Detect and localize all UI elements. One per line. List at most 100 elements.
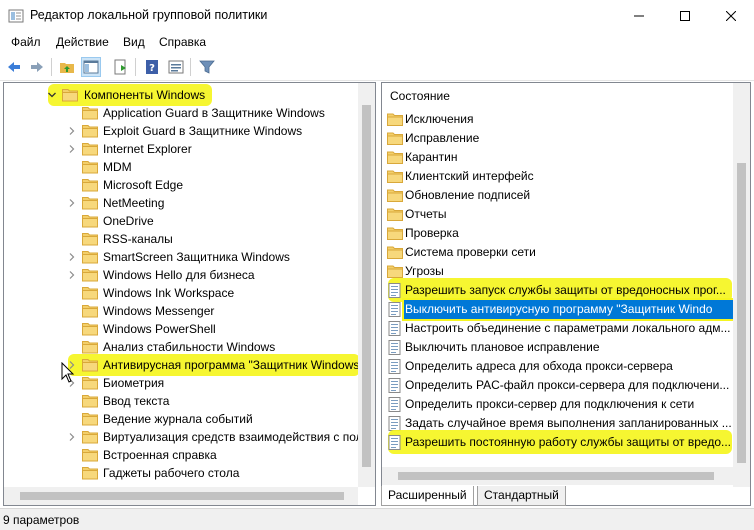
folder-icon — [82, 107, 98, 120]
chevron-right-icon — [69, 127, 75, 135]
menu-bar: Файл Действие Вид Справка — [0, 31, 754, 53]
tree-item[interactable]: Виртуализация средств взаимодействия с п… — [4, 428, 375, 446]
minimize-icon — [634, 15, 644, 16]
tree-horizontal-scrollbar[interactable] — [4, 487, 358, 505]
folder-icon — [387, 189, 403, 202]
list-folder-row[interactable]: Система проверки сети — [382, 243, 733, 262]
list-folder-row[interactable]: Клиентский интерфейс — [382, 167, 733, 186]
list-row-label: Определить прокси-сервер для подключения… — [405, 397, 695, 411]
list-row-label: Исправление — [405, 131, 480, 145]
list-row-label: Настроить объединение с параметрами лока… — [405, 321, 731, 335]
close-button[interactable] — [708, 0, 754, 31]
tree-expander[interactable] — [66, 122, 78, 140]
folder-icon — [387, 246, 403, 259]
tree-item[interactable]: Windows PowerShell — [4, 320, 358, 338]
tree-vertical-scrollbar[interactable] — [358, 83, 375, 487]
maximize-button[interactable] — [662, 0, 708, 31]
menu-view[interactable]: Вид — [123, 35, 145, 49]
tree-vertical-scroll-thumb[interactable] — [362, 105, 371, 467]
tree-expander[interactable] — [46, 86, 58, 104]
list-folder-row[interactable]: Карантин — [382, 148, 733, 167]
tree-expander[interactable] — [66, 140, 78, 158]
list-pane[interactable]: Состояние Исключения Исправление Карантин К… — [381, 82, 751, 506]
tree-pane[interactable]: Компоненты Windows Application Guard в За… — [3, 82, 376, 506]
tree-expander[interactable] — [66, 194, 78, 212]
list-row-label: Проверка — [405, 226, 459, 240]
list-row-label: Выключить плановое исправление — [405, 340, 600, 354]
tree-item[interactable]: Windows Ink Workspace — [4, 284, 358, 302]
policy-setting-icon — [388, 321, 401, 336]
list-horizontal-scroll-thumb[interactable] — [398, 472, 714, 480]
tree-item-label: Биометрия — [103, 376, 165, 390]
list-folder-row[interactable]: Исключения — [382, 110, 733, 129]
list-horizontal-scrollbar[interactable] — [382, 467, 733, 485]
tree-expander[interactable] — [66, 428, 78, 446]
filter-button[interactable] — [197, 57, 217, 77]
list-setting-row[interactable]: Определить адреса для обхода прокси-серв… — [382, 357, 733, 376]
tree-item[interactable]: Ведение журнала событий — [4, 410, 358, 428]
tree-item[interactable]: Встроенная справка — [4, 446, 358, 464]
list-setting-row[interactable]: Выключить плановое исправление — [382, 338, 733, 357]
properties-button[interactable] — [166, 57, 186, 77]
policy-setting-icon — [388, 435, 401, 450]
back-arrow-icon — [8, 62, 20, 72]
tree-item[interactable]: Microsoft Edge — [4, 176, 358, 194]
list-row-label: Система проверки сети — [405, 245, 536, 259]
list-folder-row[interactable]: Исправление — [382, 129, 733, 148]
tree-item[interactable]: MDM — [4, 158, 358, 176]
list-folder-row[interactable]: Обновление подписей — [382, 186, 733, 205]
folder-icon — [82, 179, 98, 192]
list-vertical-scrollbar[interactable] — [733, 83, 750, 487]
tree-item[interactable]: SmartScreen Защитника Windows — [4, 248, 358, 266]
tree-item[interactable]: OneDrive — [4, 212, 358, 230]
tree-item[interactable]: Exploit Guard в Защитнике Windows — [4, 122, 358, 140]
tree-item[interactable]: Windows Hello для бизнеса — [4, 266, 358, 284]
list-folder-row[interactable]: Отчеты — [382, 205, 733, 224]
minimize-button[interactable] — [616, 0, 662, 31]
menu-action[interactable]: Действие — [56, 35, 109, 49]
tree-item-label: Ведение журнала событий — [103, 412, 253, 426]
properties-icon — [168, 60, 184, 74]
up-button[interactable] — [57, 57, 77, 77]
list-setting-row[interactable]: Выключить антивирусную программу "Защитн… — [382, 300, 733, 319]
tree-item[interactable]: NetMeeting — [4, 194, 358, 212]
menu-file[interactable]: Файл — [11, 35, 41, 49]
toolbar: ? — [0, 53, 754, 81]
list-setting-row[interactable]: Настроить объединение с параметрами лока… — [382, 319, 733, 338]
folder-icon — [82, 233, 98, 246]
tree-item[interactable]: Антивирусная программа "Защитник Windows… — [4, 354, 364, 376]
tree-item[interactable]: Компоненты Windows — [4, 84, 358, 106]
forward-button[interactable] — [27, 57, 47, 77]
group-policy-app-icon — [8, 9, 24, 23]
list-setting-row[interactable]: Определить PAC-файл прокси-сервера для п… — [382, 376, 733, 395]
tree-item-label: Microsoft Edge — [103, 178, 184, 192]
tab-extended[interactable]: Расширенный — [381, 486, 474, 506]
tree-horizontal-scroll-thumb[interactable] — [20, 492, 344, 500]
tree-item[interactable]: Windows Messenger — [4, 302, 358, 320]
tree-expander[interactable] — [66, 248, 78, 266]
back-button[interactable] — [4, 57, 24, 77]
list-row-label: Разрешить постоянную работу службы защит… — [405, 435, 732, 449]
help-icon: ? — [146, 60, 158, 74]
tree-item[interactable]: Application Guard в Защитнике Windows — [4, 104, 358, 122]
tree-item[interactable]: Биометрия — [4, 374, 358, 392]
tree-item-label: NetMeeting — [103, 196, 165, 210]
help-button[interactable]: ? — [142, 57, 162, 77]
list-setting-row[interactable]: Разрешить постоянную работу службы защит… — [382, 430, 733, 454]
export-list-button[interactable] — [111, 57, 131, 77]
menu-help[interactable]: Справка — [159, 35, 206, 49]
tree-item[interactable]: RSS-каналы — [4, 230, 358, 248]
tab-standard[interactable]: Стандартный — [477, 486, 566, 506]
list-folder-row[interactable]: Проверка — [382, 224, 733, 243]
folder-icon — [387, 170, 403, 183]
show-hide-tree-button[interactable] — [81, 57, 101, 77]
tree-expander[interactable] — [66, 266, 78, 284]
list-setting-row[interactable]: Определить прокси-сервер для подключения… — [382, 395, 733, 414]
tree-item[interactable]: Гаджеты рабочего стола — [4, 464, 358, 482]
list-vertical-scroll-thumb[interactable] — [737, 163, 746, 463]
tree-item[interactable]: Ввод текста — [4, 392, 358, 410]
list-row-label: Отчеты — [405, 207, 447, 221]
tree-item-label: Exploit Guard в Защитнике Windows — [103, 124, 303, 138]
list-setting-row[interactable]: Разрешить запуск службы защиты от вредон… — [382, 278, 733, 302]
tree-item[interactable]: Internet Explorer — [4, 140, 358, 158]
